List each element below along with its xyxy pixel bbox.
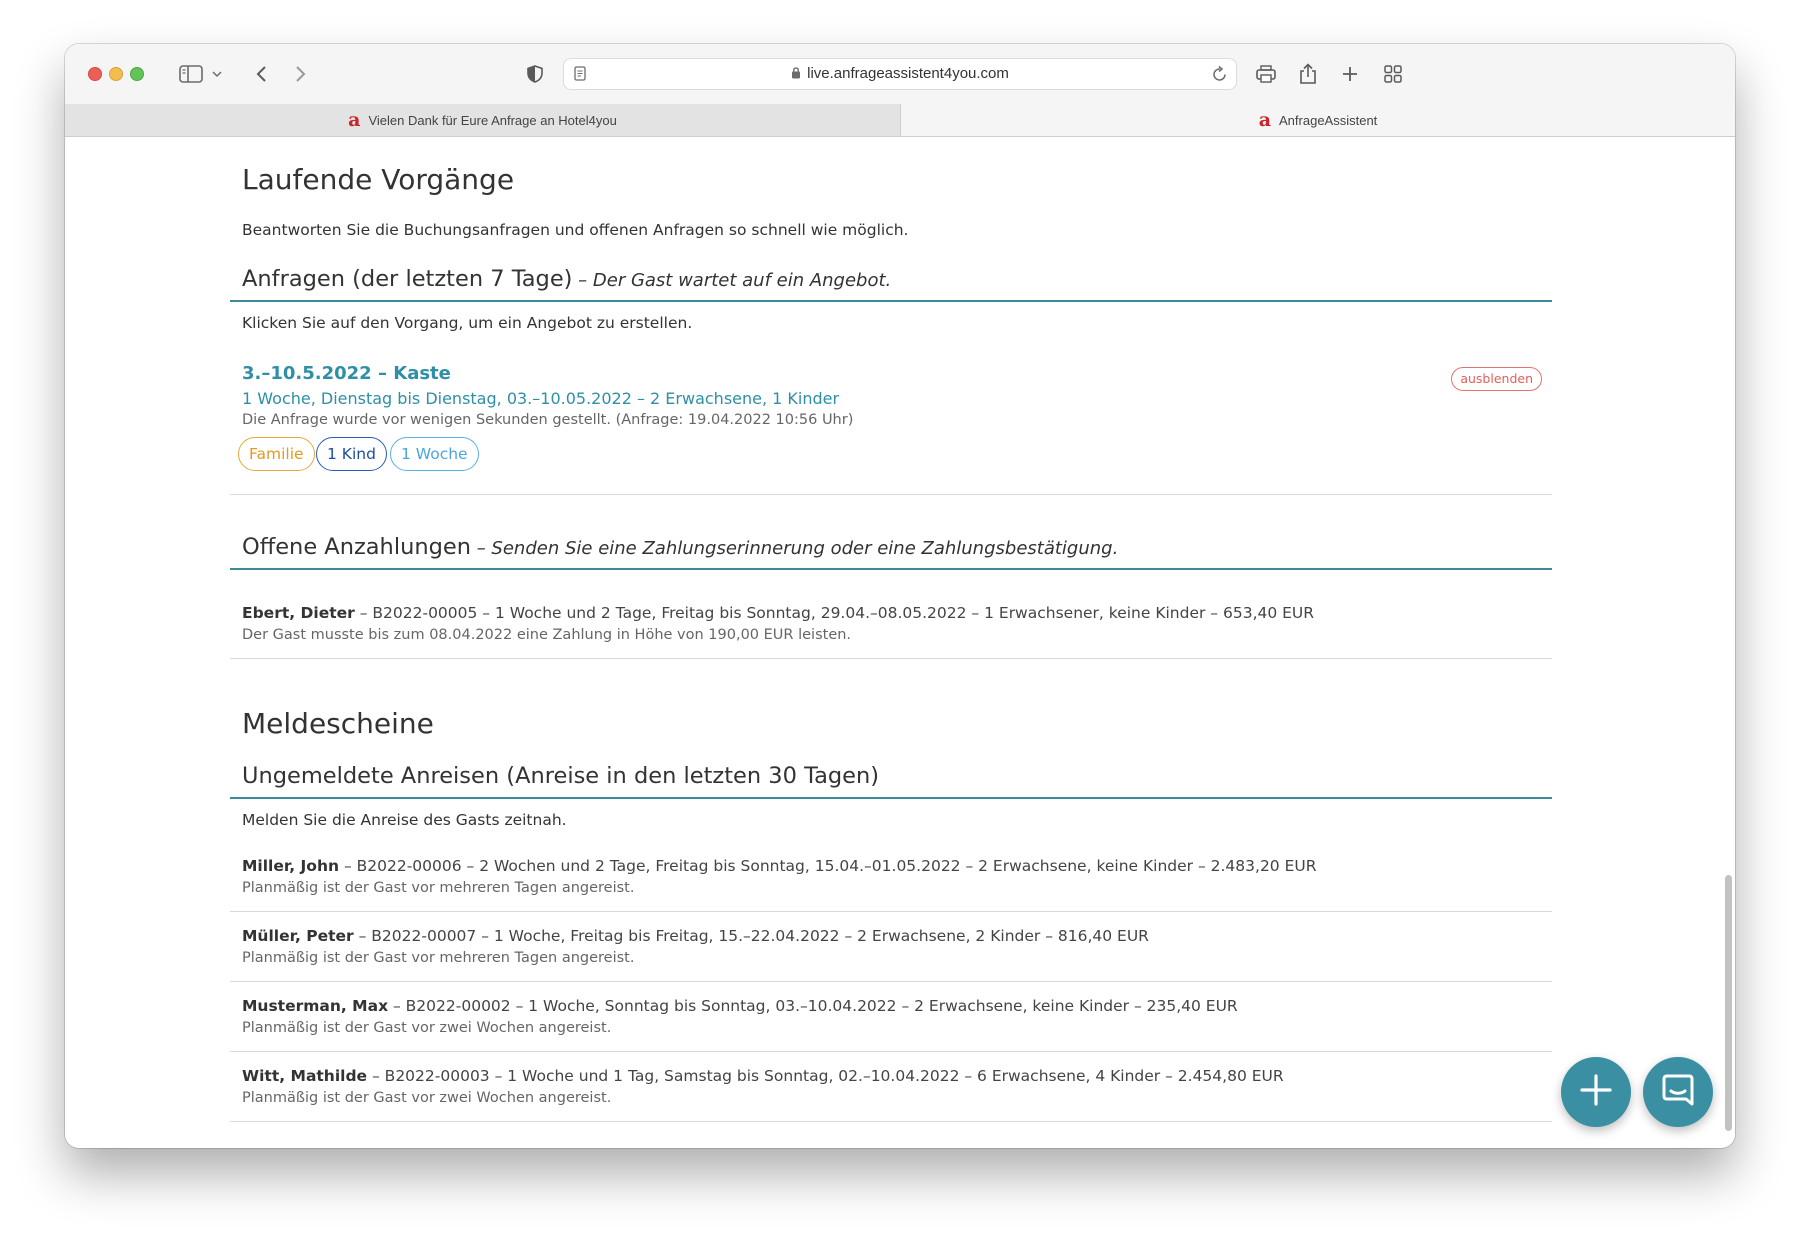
arrival-row-main[interactable]: Miller, John – B2022-00006 – 2 Wochen un… [242, 857, 1317, 875]
booking-detail: – B2022-00003 – 1 Woche und 1 Tag, Samst… [367, 1067, 1284, 1085]
lock-icon [791, 60, 801, 90]
deposits-subheading: – Senden Sie eine Zahlungserinnerung ode… [470, 538, 1119, 559]
booking-detail: – B2022-00006 – 2 Wochen und 2 Tage, Fre… [339, 857, 1317, 875]
close-window-button[interactable] [88, 67, 102, 81]
divider [230, 1121, 1552, 1122]
chat-button[interactable] [1643, 1057, 1713, 1127]
tab-label: AnfrageAssistent [1279, 112, 1378, 128]
inquiry-meta: Die Anfrage wurde vor wenigen Sekunden g… [242, 412, 854, 428]
url-text: live.anfrageassistent4you.com [807, 65, 1009, 82]
guest-name: Miller, John [242, 857, 340, 875]
address-bar[interactable]: live.anfrageassistent4you.com [563, 58, 1237, 90]
arrival-row-main[interactable]: Musterman, Max – B2022-00002 – 1 Woche, … [242, 997, 1238, 1015]
chat-icon [1660, 1072, 1696, 1112]
page-intro: Beantworten Sie die Buchungsanfragen und… [242, 221, 909, 239]
browser-window: live.anfrageassistent4you.com a Vielen D… [65, 44, 1735, 1148]
inquiry-title[interactable]: 3.–10.5.2022 – Kaste [242, 363, 451, 384]
tab-hotel4you[interactable]: a Vielen Dank für Eure Anfrage an Hotel4… [65, 104, 901, 136]
anfrage-favicon-icon: a [348, 108, 361, 131]
tab-overview-icon[interactable] [1382, 60, 1404, 88]
arrival-row-main[interactable]: Witt, Mathilde – B2022-00003 – 1 Woche u… [242, 1067, 1284, 1085]
tag-children: 1 Kind [316, 437, 387, 471]
deposits-heading: Offene Anzahlungen – Senden Sie eine Zah… [242, 534, 1119, 560]
page-content: Laufende Vorgänge Beantworten Sie die Bu… [65, 137, 1735, 1148]
divider [230, 911, 1552, 912]
maximize-window-button[interactable] [130, 67, 144, 81]
plus-icon [1579, 1073, 1613, 1111]
url-display[interactable]: live.anfrageassistent4you.com [564, 59, 1236, 89]
print-icon[interactable] [1254, 60, 1278, 88]
arrival-row-sub: Planmäßig ist der Gast vor mehreren Tage… [242, 880, 635, 896]
scrollbar[interactable] [1721, 137, 1735, 1148]
tab-anfrageassistent[interactable]: a AnfrageAssistent [901, 104, 1735, 136]
guest-name: Witt, Mathilde [242, 1067, 368, 1085]
registration-title: Meldescheine [242, 707, 434, 740]
hide-inquiry-button[interactable]: ausblenden [1451, 367, 1542, 391]
tab-label: Vielen Dank für Eure Anfrage an Hotel4yo… [368, 112, 617, 128]
minimize-window-button[interactable] [109, 67, 123, 81]
tag-duration: 1 Woche [390, 437, 479, 471]
inquiries-section-header: Anfragen (der letzten 7 Tage) – Der Gast… [230, 260, 1552, 302]
booking-detail: – B2022-00002 – 1 Woche, Sonntag bis Son… [388, 997, 1238, 1015]
deposit-row-main[interactable]: Ebert, Dieter – B2022-00005 – 1 Woche un… [242, 604, 1314, 622]
chevron-down-icon[interactable] [210, 60, 224, 88]
arrival-row-main[interactable]: Müller, Peter – B2022-00007 – 1 Woche, F… [242, 927, 1149, 945]
share-icon[interactable] [1297, 60, 1319, 88]
add-button[interactable] [1561, 1057, 1631, 1127]
back-icon[interactable] [251, 60, 271, 88]
forward-icon[interactable] [291, 60, 311, 88]
inquiries-hint: Klicken Sie auf den Vorgang, um ein Ange… [242, 314, 693, 332]
arrival-row-sub: Planmäßig ist der Gast vor mehreren Tage… [242, 950, 635, 966]
tag-family: Familie [238, 437, 315, 471]
booking-detail: – B2022-00007 – 1 Woche, Freitag bis Fre… [353, 927, 1149, 945]
anfrage-favicon-icon: a [1258, 108, 1272, 131]
privacy-shield-icon[interactable] [525, 60, 545, 88]
guest-name: Müller, Peter [242, 927, 354, 945]
registration-heading: Ungemeldete Anreisen (Anreise in den let… [242, 763, 880, 789]
inquiry-tags: Familie 1 Kind 1 Woche [230, 437, 630, 477]
deposits-section-header: Offene Anzahlungen – Senden Sie eine Zah… [230, 528, 1552, 570]
registration-hint: Melden Sie die Anreise des Gasts zeitnah… [242, 811, 567, 829]
deposit-row-sub: Der Gast musste bis zum 08.04.2022 eine … [242, 627, 852, 643]
scrollbar-thumb[interactable] [1725, 875, 1732, 1131]
sidebar-toggle-icon[interactable] [177, 60, 205, 88]
divider [230, 658, 1552, 659]
tab-bar: a Vielen Dank für Eure Anfrage an Hotel4… [65, 104, 1735, 137]
arrival-row-sub: Planmäßig ist der Gast vor zwei Wochen a… [242, 1020, 612, 1036]
page-title: Laufende Vorgänge [242, 163, 515, 196]
divider [230, 981, 1552, 982]
guest-name: Musterman, Max [242, 997, 389, 1015]
inquiry-detail[interactable]: 1 Woche, Dienstag bis Dienstag, 03.–10.0… [242, 389, 839, 408]
booking-detail: – B2022-00005 – 1 Woche und 2 Tage, Frei… [354, 604, 1315, 622]
registration-section-header: Ungemeldete Anreisen (Anreise in den let… [230, 757, 1552, 799]
arrival-row-sub: Planmäßig ist der Gast vor zwei Wochen a… [242, 1090, 612, 1106]
reload-icon[interactable] [1212, 65, 1228, 87]
inquiries-subheading: – Der Gast wartet auf ein Angebot. [572, 270, 892, 291]
browser-toolbar: live.anfrageassistent4you.com [65, 44, 1735, 104]
guest-name: Ebert, Dieter [242, 604, 355, 622]
new-tab-plus-icon[interactable] [1340, 60, 1360, 88]
divider [230, 494, 1552, 495]
inquiries-heading: Anfragen (der letzten 7 Tage) – Der Gast… [242, 266, 892, 292]
divider [230, 1051, 1552, 1052]
